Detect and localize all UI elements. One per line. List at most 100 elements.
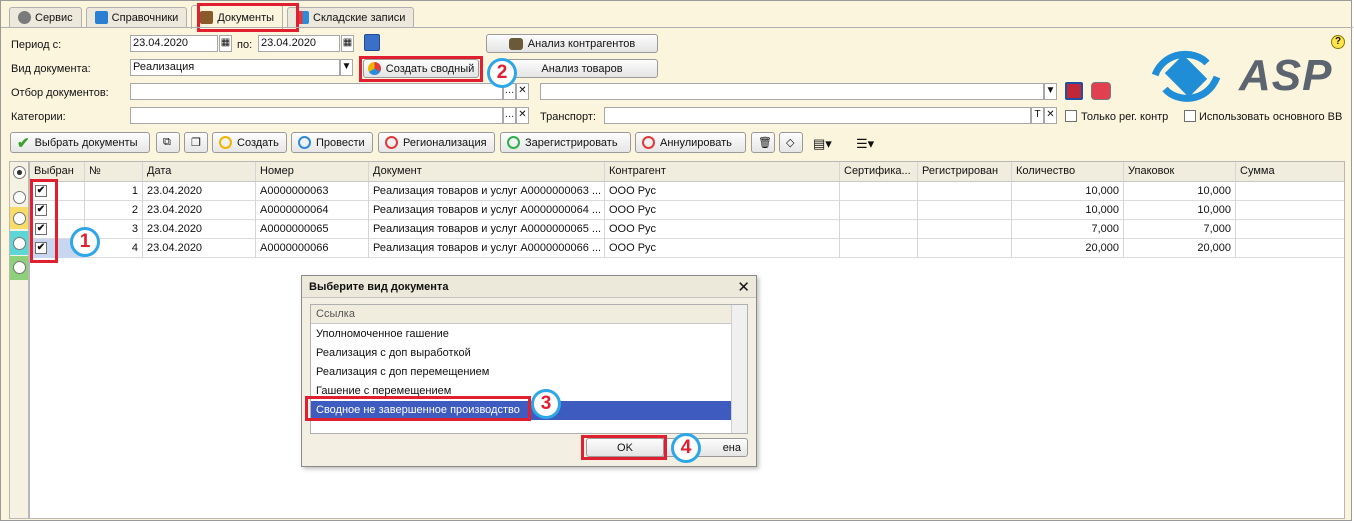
step-marker-1: 1 [70, 227, 100, 257]
col-quantity[interactable]: Количество [1012, 162, 1124, 181]
print-icon[interactable]: ▤▾ [813, 136, 832, 152]
doc-type-select[interactable]: Реализация [130, 59, 340, 76]
register-button[interactable]: Зарегистрировать [500, 132, 631, 153]
cell-doc-number: A0000000063 [256, 182, 369, 201]
calendar-to-icon[interactable]: ▦ [341, 35, 354, 52]
text-type-icon[interactable]: T [1031, 107, 1044, 124]
ellipsis-icon[interactable]: … [503, 107, 516, 124]
col-doc-number[interactable]: Номер [256, 162, 369, 181]
regionalize-button[interactable]: Регионализация [378, 132, 495, 153]
radio-option-4[interactable] [13, 237, 26, 250]
cell-contractor: ООО Рус [605, 201, 840, 220]
copy-icon[interactable]: ❐ [184, 132, 208, 153]
cell-document: Реализация товаров и услуг A0000000064 .… [369, 201, 605, 220]
dialog-title-text: Выберите вид документа [309, 281, 449, 293]
col-number[interactable]: № [85, 162, 143, 181]
clear-icon[interactable]: ✕ [516, 83, 529, 100]
table-row[interactable]: ✔ 4 23.04.2020 A0000000066 Реализация то… [30, 239, 1344, 258]
save-icon[interactable] [1065, 82, 1083, 100]
list-settings-icon[interactable]: ☰▾ [856, 136, 874, 152]
select-all-icon[interactable]: ⧉ [156, 132, 180, 153]
close-icon[interactable]: ✕ [737, 278, 750, 296]
create-icon [219, 136, 232, 149]
list-scrollbar[interactable] [731, 305, 747, 433]
period-to-field[interactable]: 23.04.2020 [258, 35, 340, 52]
step-marker-3: 3 [531, 389, 561, 419]
register-label: Зарегистрировать [525, 136, 618, 149]
radio-option-3[interactable] [13, 212, 26, 225]
select-docs-button[interactable]: ✔ Выбрать документы [10, 132, 150, 153]
transport-field[interactable] [604, 107, 1031, 124]
cell-number: 1 [85, 182, 143, 201]
app-window: Сервис Справочники Документы Складские з… [0, 0, 1353, 521]
doc-filter-secondary-field[interactable] [540, 83, 1044, 100]
location-pin-icon [385, 136, 398, 149]
col-document[interactable]: Документ [369, 162, 605, 181]
cell-certificate [840, 201, 918, 220]
gear-icon [18, 11, 31, 24]
col-sum[interactable]: Сумма [1236, 162, 1346, 181]
chevron-down-icon[interactable]: ▼ [340, 59, 353, 76]
cell-quantity: 10,000 [1012, 182, 1124, 201]
list-header: Ссылка [311, 305, 731, 324]
cell-contractor: ООО Рус [605, 182, 840, 201]
analysis-goods-button[interactable]: Анализ товаров [506, 59, 658, 78]
cell-sum [1236, 220, 1346, 239]
cancel-doc-button[interactable]: Аннулировать [635, 132, 746, 153]
radio-option-5[interactable] [13, 261, 26, 274]
checkmark-icon: ✔ [17, 134, 30, 152]
cell-document: Реализация товаров и услуг A0000000063 .… [369, 182, 605, 201]
col-certificate[interactable]: Сертифика... [840, 162, 918, 181]
col-date[interactable]: Дата [143, 162, 256, 181]
clear-icon[interactable]: ✕ [516, 107, 529, 124]
tab-warehouse[interactable]: Складские записи [287, 7, 415, 27]
trash-icon[interactable]: 🗑 [751, 132, 775, 153]
tab-service[interactable]: Сервис [9, 7, 82, 27]
cell-packages: 7,000 [1124, 220, 1236, 239]
categories-field[interactable] [130, 107, 503, 124]
book-icon [94, 11, 108, 24]
post-button[interactable]: Провести [291, 132, 373, 153]
list-item[interactable]: Уполномоченное гашение [311, 325, 731, 344]
cell-certificate [840, 182, 918, 201]
chevron-down-icon[interactable]: ▼ [1044, 83, 1057, 100]
radio-option-2[interactable] [13, 191, 26, 204]
clear-icon[interactable]: ✕ [1044, 107, 1057, 124]
step-marker-2: 2 [487, 58, 517, 88]
eraser-icon[interactable]: ◇ [779, 132, 803, 153]
cell-date: 23.04.2020 [143, 220, 256, 239]
list-item[interactable]: Реализация с доп перемещением [311, 363, 731, 382]
col-packages[interactable]: Упаковок [1124, 162, 1236, 181]
list-item[interactable]: Реализация с доп выработкой [311, 344, 731, 363]
create-button[interactable]: Создать [212, 132, 287, 153]
col-contractor[interactable]: Контрагент [605, 162, 840, 181]
only-reg-checkbox[interactable] [1065, 110, 1077, 122]
cell-quantity: 20,000 [1012, 239, 1124, 258]
transport-label: Транспорт: [540, 111, 596, 123]
calendar-from-icon[interactable]: ▦ [219, 35, 232, 52]
cell-date: 23.04.2020 [143, 182, 256, 201]
delete-filter-icon[interactable] [1091, 82, 1111, 100]
doc-type-label: Вид документа: [11, 63, 91, 75]
doc-filter-field[interactable] [130, 83, 503, 100]
cell-certificate [840, 239, 918, 258]
cell-packages: 20,000 [1124, 239, 1236, 258]
col-registered[interactable]: Регистрирован [918, 162, 1012, 181]
cell-registered [918, 182, 1012, 201]
regionalize-label: Регионализация [403, 136, 487, 149]
table-row[interactable]: ✔ 1 23.04.2020 A0000000063 Реализация то… [30, 182, 1344, 201]
tab-label: Справочники [111, 11, 179, 24]
tab-references[interactable]: Справочники [85, 7, 188, 27]
cell-date: 23.04.2020 [143, 201, 256, 220]
table-row[interactable]: ✔ 3 23.04.2020 A0000000065 Реализация то… [30, 220, 1344, 239]
use-main-checkbox[interactable] [1184, 110, 1196, 122]
doc-filter-label: Отбор документов: [11, 87, 109, 99]
period-picker-icon[interactable] [364, 34, 380, 51]
table-row[interactable]: ✔ 2 23.04.2020 A0000000064 Реализация то… [30, 201, 1344, 220]
analysis-contractors-button[interactable]: Анализ контрагентов [486, 34, 658, 53]
cell-doc-number: A0000000064 [256, 201, 369, 220]
period-from-field[interactable]: 23.04.2020 [130, 35, 218, 52]
cell-packages: 10,000 [1124, 201, 1236, 220]
radio-option-1[interactable] [13, 166, 26, 179]
step-marker-4: 4 [671, 433, 701, 463]
